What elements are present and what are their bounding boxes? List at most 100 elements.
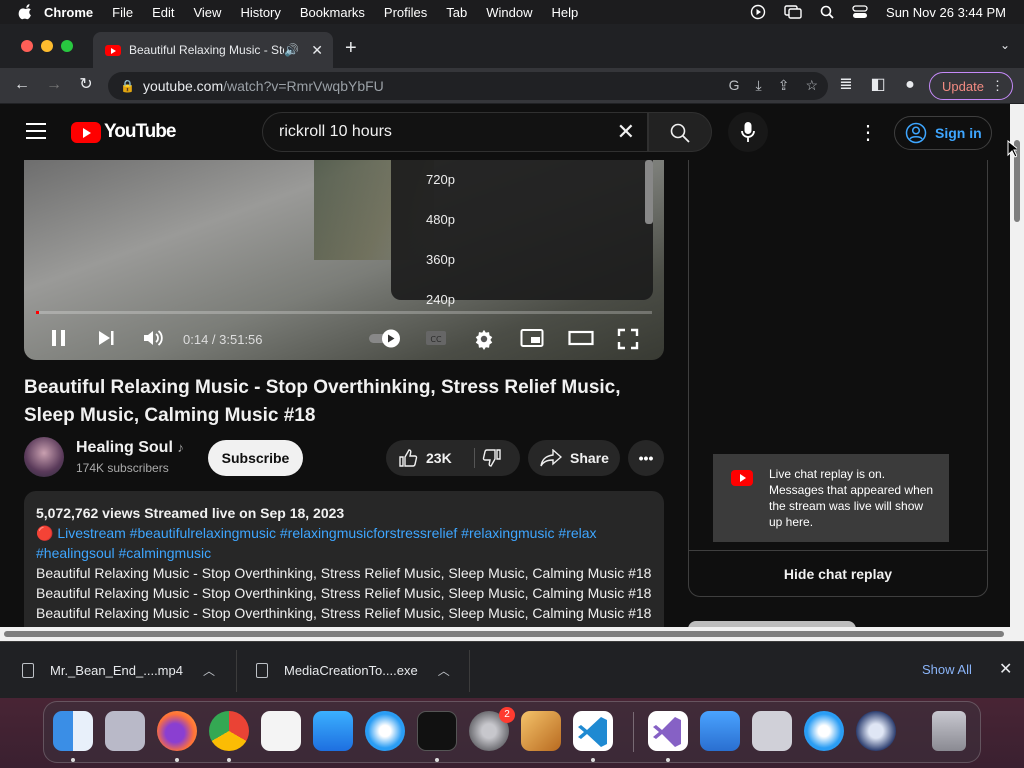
forward-arrow-icon[interactable]: → bbox=[43, 75, 65, 95]
share-button[interactable]: Share bbox=[528, 440, 620, 476]
update-button[interactable]: Update ⋮ bbox=[929, 72, 1013, 100]
theater-mode-icon[interactable] bbox=[568, 328, 594, 348]
safari-icon[interactable] bbox=[365, 711, 405, 751]
autoplay-toggle-icon[interactable] bbox=[368, 328, 402, 348]
macos-menu-bar: Chrome File Edit View History Bookmarks … bbox=[0, 0, 1024, 24]
hamburger-menu-icon[interactable] bbox=[26, 123, 46, 144]
show-all-downloads-link[interactable]: Show All bbox=[922, 662, 972, 677]
fullscreen-icon[interactable] bbox=[617, 328, 639, 350]
search-input[interactable]: rickroll 10 hours ✕ bbox=[262, 112, 648, 152]
download-item[interactable]: MediaCreationTo....exe ︿ bbox=[256, 642, 450, 699]
window-minimize-button[interactable] bbox=[41, 40, 53, 52]
page-vertical-scrollbar[interactable] bbox=[1010, 104, 1024, 627]
new-tab-button[interactable]: + bbox=[345, 36, 357, 60]
terminal-icon[interactable] bbox=[417, 711, 457, 751]
media-controls-icon[interactable]: ≣ bbox=[835, 75, 857, 95]
tab-audio-icon[interactable]: 🔊 bbox=[284, 43, 299, 57]
share-page-icon[interactable]: ⇪ bbox=[778, 77, 790, 94]
quality-option[interactable]: 240p bbox=[426, 292, 455, 307]
captions-icon[interactable]: CC bbox=[424, 328, 448, 348]
firefox-icon[interactable] bbox=[157, 711, 197, 751]
window-close-button[interactable] bbox=[21, 40, 33, 52]
menu-profiles[interactable]: Profiles bbox=[384, 5, 427, 20]
menu-help[interactable]: Help bbox=[552, 5, 579, 20]
control-center-icon[interactable] bbox=[852, 5, 868, 19]
next-video-icon[interactable] bbox=[96, 328, 116, 348]
menu-tab[interactable]: Tab bbox=[446, 5, 467, 20]
menu-app-name[interactable]: Chrome bbox=[44, 5, 93, 20]
spotlight-icon[interactable] bbox=[820, 5, 834, 19]
textedit-icon[interactable] bbox=[261, 711, 301, 751]
window-zoom-button[interactable] bbox=[61, 40, 73, 52]
menu-bookmarks[interactable]: Bookmarks bbox=[300, 5, 365, 20]
reload-icon[interactable]: ↻ bbox=[75, 75, 97, 95]
channel-avatar[interactable] bbox=[24, 437, 64, 477]
settings-gear-icon[interactable] bbox=[472, 328, 496, 350]
app-store-icon[interactable] bbox=[313, 711, 353, 751]
quality-option[interactable]: 360p bbox=[426, 252, 455, 267]
weather-icon[interactable] bbox=[700, 711, 740, 751]
pause-icon[interactable] bbox=[50, 328, 68, 348]
hide-chat-replay-button[interactable]: Hide chat replay bbox=[689, 566, 987, 582]
close-downloads-icon[interactable]: ✕ bbox=[999, 659, 1012, 679]
menu-clock[interactable]: Sun Nov 26 3:44 PM bbox=[886, 5, 1006, 20]
clear-search-icon[interactable]: ✕ bbox=[617, 119, 635, 145]
vscode-icon[interactable] bbox=[573, 711, 613, 751]
quality-option[interactable]: 480p bbox=[426, 212, 455, 227]
search-button[interactable] bbox=[648, 112, 712, 152]
video-player[interactable]: 720p 480p 360p 240p 0:14 / 3:51:56 CC bbox=[24, 160, 664, 360]
volume-icon[interactable] bbox=[142, 328, 164, 348]
screen-mirroring-icon[interactable] bbox=[784, 5, 802, 19]
install-app-icon[interactable]: ⤓ bbox=[756, 77, 762, 94]
menu-history[interactable]: History bbox=[240, 5, 280, 20]
menu-window[interactable]: Window bbox=[486, 5, 532, 20]
address-bar[interactable]: 🔒 youtube.com/watch?v=RmrVwqbYbFU G ⤓ ⇪ … bbox=[108, 72, 828, 100]
more-actions-button[interactable]: ••• bbox=[628, 440, 664, 476]
downloads-stack-icon[interactable] bbox=[752, 711, 792, 751]
quality-menu-scrollbar[interactable] bbox=[645, 160, 653, 224]
dislike-button[interactable] bbox=[476, 448, 516, 468]
hashtags-line-2[interactable]: #healingsoul #calmingmusic bbox=[36, 543, 652, 563]
chevron-up-icon[interactable]: ︿ bbox=[203, 662, 215, 679]
play-status-icon[interactable] bbox=[750, 4, 766, 20]
video-description[interactable]: 5,072,762 views Streamed live on Sep 18,… bbox=[24, 491, 664, 627]
page-horizontal-scrollbar[interactable] bbox=[0, 627, 1024, 641]
quality-option[interactable]: 720p bbox=[426, 172, 455, 187]
more-options-icon[interactable]: ⋮ bbox=[858, 120, 878, 145]
profile-icon[interactable]: ● bbox=[899, 75, 921, 95]
voice-search-button[interactable] bbox=[728, 112, 768, 152]
chevron-up-icon[interactable]: ︿ bbox=[438, 662, 450, 679]
menu-file[interactable]: File bbox=[112, 5, 133, 20]
tab-search-chevron-icon[interactable]: ⌄ bbox=[1000, 38, 1010, 52]
running-indicator bbox=[666, 758, 670, 762]
video-progress-bar[interactable] bbox=[36, 311, 652, 314]
garageband-icon[interactable] bbox=[521, 711, 561, 751]
like-button[interactable]: 23K bbox=[386, 440, 474, 476]
sign-in-button[interactable]: Sign in bbox=[894, 116, 992, 150]
side-panel-icon[interactable]: ◧ bbox=[867, 75, 889, 95]
quicktime-icon[interactable] bbox=[856, 711, 896, 751]
chrome-icon[interactable] bbox=[209, 711, 249, 751]
bookmark-star-icon[interactable]: ☆ bbox=[805, 77, 818, 94]
lock-icon[interactable]: 🔒 bbox=[120, 79, 135, 93]
back-arrow-icon[interactable]: ← bbox=[11, 75, 33, 95]
download-item[interactable]: Mr._Bean_End_....mp4 ︿ bbox=[22, 642, 215, 699]
channel-name[interactable]: Healing Soul ♪ bbox=[76, 439, 184, 457]
safari-2-icon[interactable] bbox=[804, 711, 844, 751]
horizontal-scrollbar-thumb[interactable] bbox=[4, 631, 1004, 637]
hashtags-line-1[interactable]: Livestream #beautifulrelaxingmusic #rela… bbox=[57, 525, 596, 541]
chrome-menu-icon[interactable]: ⋮ bbox=[991, 78, 1004, 94]
tab-close-icon[interactable]: ✕ bbox=[311, 42, 323, 59]
youtube-logo[interactable]: YouTube bbox=[71, 121, 176, 143]
miniplayer-icon[interactable] bbox=[520, 328, 544, 348]
menu-view[interactable]: View bbox=[193, 5, 221, 20]
subscribe-button[interactable]: Subscribe bbox=[208, 440, 303, 476]
apple-icon[interactable] bbox=[18, 4, 34, 20]
menu-edit[interactable]: Edit bbox=[152, 5, 174, 20]
launchpad-icon[interactable] bbox=[105, 711, 145, 751]
visual-studio-icon[interactable] bbox=[648, 711, 688, 751]
google-lens-icon[interactable]: G bbox=[729, 77, 740, 94]
trash-icon[interactable] bbox=[932, 711, 966, 751]
finder-icon[interactable] bbox=[53, 711, 93, 751]
browser-tab-active[interactable]: Beautiful Relaxing Music - Stop Overthin… bbox=[93, 32, 333, 68]
